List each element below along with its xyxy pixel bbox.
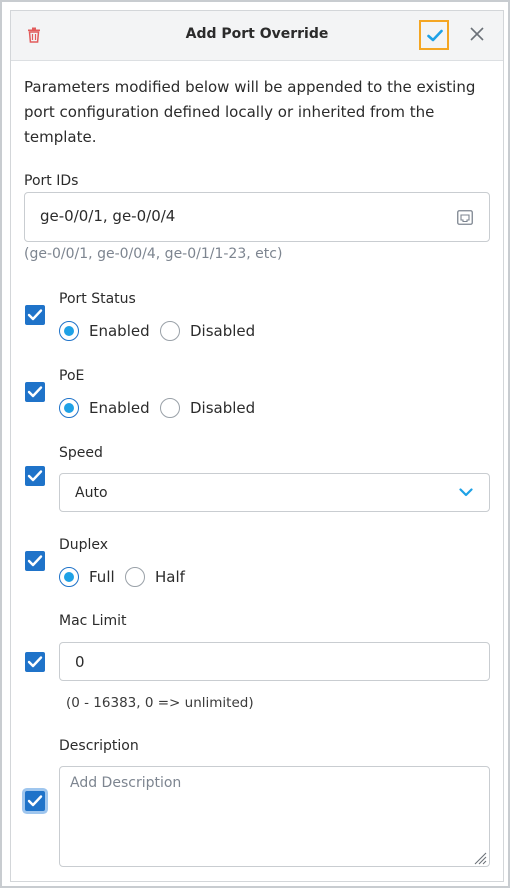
description-label: Description [59, 738, 139, 754]
poe-disabled-label: Disabled [190, 399, 256, 417]
description-placeholder: Add Description [70, 775, 182, 791]
confirm-button[interactable] [419, 20, 449, 50]
port-status-enabled-radio[interactable] [59, 321, 79, 341]
duplex-half-radio[interactable] [125, 567, 145, 587]
check-icon [427, 29, 443, 42]
chevron-down-icon [459, 488, 473, 497]
speed-checkbox[interactable] [25, 466, 45, 486]
speed-select[interactable]: Auto [59, 473, 490, 512]
duplex-full-radio[interactable] [59, 567, 79, 587]
speed-label: Speed [59, 445, 103, 461]
port-status-enabled-label: Enabled [89, 322, 150, 340]
mac-limit-label: Mac Limit [59, 613, 127, 629]
port-status-disabled-radio[interactable] [160, 321, 180, 341]
port-status-label: Port Status [59, 291, 136, 307]
duplex-full-label: Full [89, 568, 115, 586]
resize-handle-icon[interactable] [473, 850, 487, 869]
poe-checkbox[interactable] [25, 382, 45, 402]
duplex-radio-group: Full Half [59, 567, 239, 591]
mac-limit-hint: (0 - 16383, 0 => unlimited) [66, 695, 254, 711]
port-status-disabled-label: Disabled [190, 322, 256, 340]
modal-body: Add Port Override Parameters modified be… [10, 10, 504, 882]
intro-text: Parameters modified below will be append… [24, 78, 476, 146]
mac-limit-checkbox[interactable] [25, 652, 45, 672]
port-ids-value: ge-0/0/1, ge-0/0/4 [40, 207, 176, 225]
duplex-checkbox[interactable] [25, 551, 45, 571]
port-status-radio-group: Enabled Disabled [59, 321, 279, 345]
port-ids-hint: (ge-0/0/1, ge-0/0/4, ge-0/1/1-23, etc) [24, 246, 283, 262]
poe-enabled-label: Enabled [89, 399, 150, 417]
duplex-label: Duplex [59, 537, 109, 553]
poe-disabled-radio[interactable] [160, 398, 180, 418]
speed-value: Auto [75, 485, 108, 501]
mac-limit-value: 0 [75, 653, 85, 671]
poe-enabled-radio[interactable] [59, 398, 79, 418]
modal-header: Add Port Override [11, 11, 503, 61]
duplex-half-label: Half [155, 568, 185, 586]
port-override-panel: Add Port Override Parameters modified be… [0, 0, 510, 888]
port-ids-label: Port IDs [24, 173, 79, 189]
port-status-checkbox[interactable] [25, 305, 45, 325]
mac-limit-input[interactable]: 0 [59, 642, 490, 681]
port-picker-icon[interactable] [457, 210, 473, 229]
close-icon[interactable] [469, 26, 487, 44]
port-ids-input[interactable]: ge-0/0/1, ge-0/0/4 [24, 192, 490, 242]
description-checkbox[interactable] [25, 791, 45, 811]
poe-radio-group: Enabled Disabled [59, 398, 279, 422]
description-textarea[interactable]: Add Description [59, 766, 490, 867]
poe-label: PoE [59, 368, 85, 384]
